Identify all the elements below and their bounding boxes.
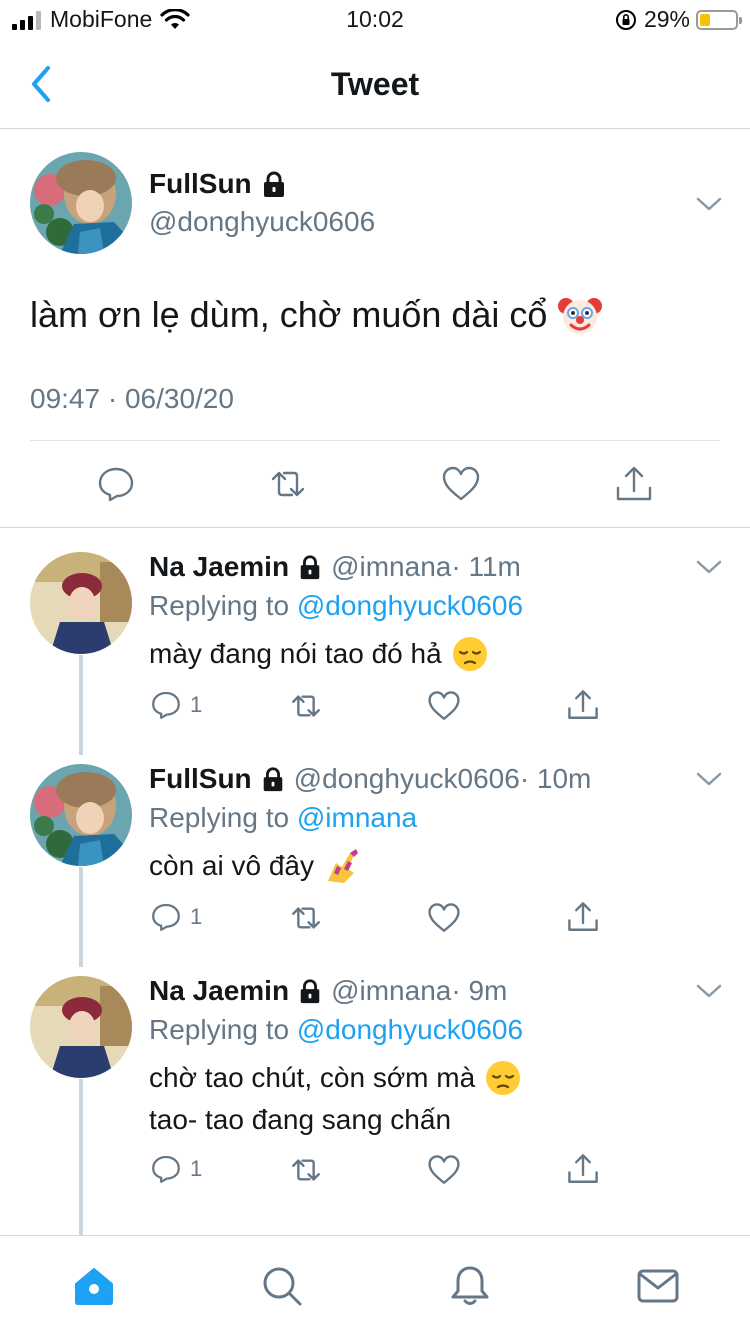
- status-bar: MobiFone 10:02 29%: [0, 0, 750, 40]
- lock-icon: [300, 555, 320, 580]
- chevron-down-icon[interactable]: [696, 196, 722, 212]
- reply-text-line: còn ai vô đây: [149, 845, 362, 887]
- page-title: Tweet: [330, 66, 420, 102]
- reply-text-content: chờ tao chút, còn sớm mà: [149, 1062, 476, 1093]
- reply-text-line: mày đang nói tao đó hả: [149, 633, 488, 675]
- reply-icon: [152, 1155, 180, 1183]
- divider: [30, 440, 720, 441]
- retweet-icon[interactable]: [289, 1153, 323, 1187]
- tweet-text: làm ơn lẹ dùm, chờ muốn dài cổ: [30, 292, 603, 338]
- avatar[interactable]: [30, 152, 132, 254]
- author-handle[interactable]: @donghyuck0606: [149, 206, 375, 238]
- author-handle[interactable]: @imnana: [331, 975, 451, 1007]
- like-icon[interactable]: [441, 464, 481, 504]
- thread-line: [79, 655, 83, 755]
- author-name[interactable]: Na Jaemin: [149, 975, 289, 1007]
- reply-header: FullSun @donghyuck0606 · 10m: [149, 763, 591, 795]
- tab-bar: [0, 1235, 750, 1334]
- mention-link[interactable]: @donghyuck0606: [297, 1014, 523, 1045]
- replying-to-label: Replying to: [149, 590, 290, 621]
- battery-level: [700, 13, 710, 26]
- author-name[interactable]: Na Jaemin: [149, 551, 289, 583]
- reply-text-line: chờ tao chút, còn sớm mà: [149, 1057, 521, 1099]
- author-name-text: FullSun: [149, 168, 252, 199]
- reply-count: 1: [190, 904, 203, 929]
- replying-to: Replying to @donghyuck0606: [149, 590, 523, 622]
- avatar[interactable]: [30, 764, 132, 866]
- search-icon[interactable]: [260, 1264, 304, 1308]
- replying-to: Replying to @imnana: [149, 802, 417, 834]
- reply-text-content: còn ai vô đây: [149, 850, 314, 881]
- reply-header: Na Jaemin @imnana · 9m: [149, 975, 507, 1007]
- chevron-down-icon[interactable]: [696, 559, 722, 575]
- share-icon[interactable]: [566, 688, 600, 722]
- reply-age: · 10m: [519, 763, 592, 794]
- reply-text-content: tao- tao đang sang chấn: [149, 1104, 452, 1135]
- reply-text: mày đang nói tao đó hả: [149, 633, 488, 675]
- reply-age: · 9m: [451, 975, 508, 1006]
- tweet-text-content: làm ơn lẹ dùm, chờ muốn dài cổ: [30, 294, 548, 335]
- share-icon[interactable]: [614, 464, 654, 504]
- pensive-face-emoji: [452, 637, 487, 671]
- reply-button[interactable]: 1: [150, 689, 202, 721]
- reply-count: 1: [190, 692, 203, 717]
- retweet-icon[interactable]: [289, 689, 323, 723]
- home-icon[interactable]: [72, 1264, 116, 1308]
- avatar[interactable]: [30, 976, 132, 1078]
- like-icon[interactable]: [427, 1153, 461, 1187]
- chevron-down-icon[interactable]: [696, 983, 722, 999]
- reply-button[interactable]: 1: [150, 901, 202, 933]
- reply-tweet[interactable]: Na Jaemin @imnana · 11m Replying to @don…: [0, 529, 750, 755]
- reply-text: còn ai vô đây: [149, 845, 362, 887]
- retweet-icon[interactable]: [268, 464, 308, 504]
- author-name[interactable]: FullSun: [149, 763, 252, 795]
- reply-button[interactable]: 1: [150, 1153, 202, 1185]
- battery-percent: 29%: [643, 6, 690, 32]
- author-handle[interactable]: @imnana: [331, 551, 451, 583]
- status-right: 29%: [614, 6, 742, 33]
- author-handle[interactable]: @donghyuck0606: [294, 763, 520, 795]
- share-icon[interactable]: [566, 900, 600, 934]
- reply-icon: [152, 691, 180, 719]
- retweet-icon[interactable]: [289, 901, 323, 935]
- reply-icon[interactable]: [96, 464, 136, 504]
- author-name[interactable]: FullSun: [149, 168, 288, 200]
- lock-icon: [263, 171, 284, 197]
- main-tweet[interactable]: FullSun @donghyuck0606 làm ơn lẹ dùm, ch…: [0, 130, 750, 528]
- thread-line: [79, 867, 83, 967]
- lock-icon: [263, 767, 282, 792]
- replying-to-label: Replying to: [149, 802, 290, 833]
- chevron-down-icon[interactable]: [696, 771, 722, 787]
- reply-text: chờ tao chút, còn sớm mà tao- tao đang s…: [149, 1057, 521, 1141]
- messages-icon[interactable]: [636, 1264, 680, 1308]
- clown-face-emoji: [558, 298, 603, 334]
- share-icon[interactable]: [566, 1152, 600, 1186]
- avatar[interactable]: [30, 552, 132, 654]
- reply-header: Na Jaemin @imnana · 11m: [149, 551, 521, 583]
- orientation-lock-icon: [615, 9, 636, 30]
- battery-icon: [696, 9, 742, 30]
- reply-tweet[interactable]: FullSun @donghyuck0606 · 10m Replying to…: [0, 741, 750, 967]
- lock-icon: [300, 979, 320, 1004]
- like-icon[interactable]: [427, 689, 461, 723]
- mention-link[interactable]: @imnana: [297, 802, 417, 833]
- thread-line: [79, 1079, 83, 1239]
- nail-polish-emoji: [328, 849, 358, 883]
- reply-text-line: tao- tao đang sang chấn: [149, 1099, 521, 1141]
- reply-count: 1: [190, 1156, 203, 1181]
- reply-tweet[interactable]: Na Jaemin @imnana · 9m Replying to @dong…: [0, 953, 750, 1239]
- reply-icon: [152, 903, 180, 931]
- reply-text-content: mày đang nói tao đó hả: [149, 638, 442, 669]
- nav-bar: Tweet: [0, 40, 750, 129]
- reply-age: · 11m: [451, 551, 521, 582]
- pensive-face-emoji: [486, 1061, 521, 1095]
- notifications-icon[interactable]: [448, 1264, 492, 1308]
- tweet-timestamp: 09:47 · 06/30/20: [30, 383, 234, 414]
- mention-link[interactable]: @donghyuck0606: [297, 590, 523, 621]
- like-icon[interactable]: [427, 901, 461, 935]
- replying-to-label: Replying to: [149, 1014, 290, 1045]
- replying-to: Replying to @donghyuck0606: [149, 1014, 523, 1046]
